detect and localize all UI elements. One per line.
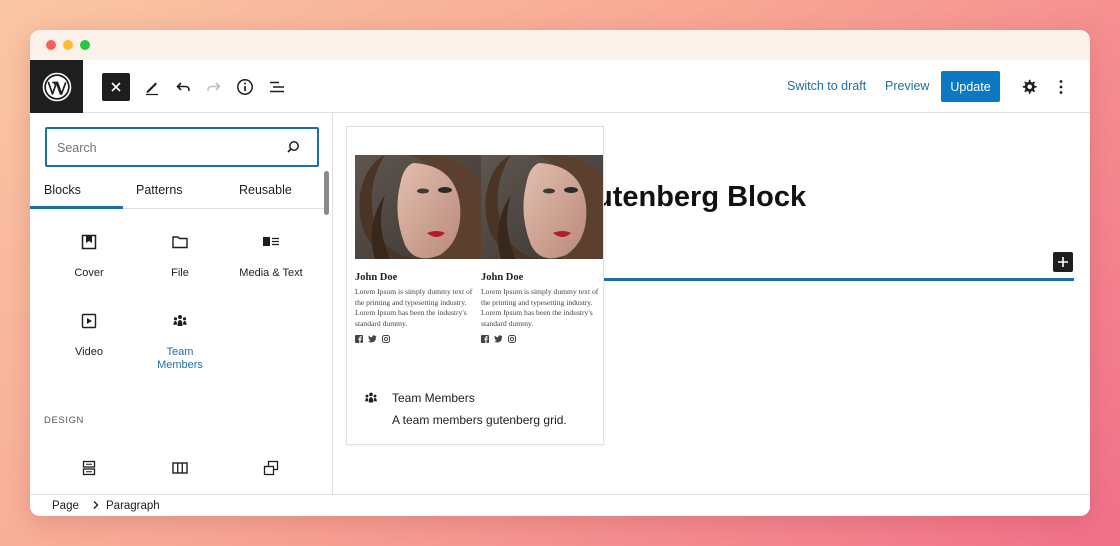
details-button[interactable] [231,73,259,101]
block-item-columns[interactable] [135,457,225,493]
breadcrumb: Page Paragraph [30,494,1090,516]
block-inserter-panel: Blocks Patterns Reusable Cover File [30,113,333,494]
more-vertical-icon [1059,80,1063,94]
stack-icon [262,457,280,479]
video-icon [80,310,98,332]
switch-to-draft-link[interactable]: Switch to draft [787,79,866,93]
instagram-icon[interactable] [382,335,390,343]
plus-icon [1058,257,1068,267]
block-label: Cover [74,267,104,279]
team-icon [171,310,189,332]
media-text-icon [261,231,281,253]
block-item-media-text[interactable]: Media & Text [226,231,316,280]
cover-icon [80,231,98,253]
folder-icon [171,231,189,253]
group-icon [80,457,98,479]
block-preview-popover: John Doe Lorem Ipsum is simply dummy tex… [346,126,604,445]
twitter-icon[interactable] [368,335,377,343]
team-member-card: John Doe Lorem Ipsum is simply dummy tex… [481,155,603,343]
redo-icon [207,82,221,91]
tab-blocks[interactable]: Blocks [44,183,81,197]
facebook-icon[interactable] [355,335,363,343]
breadcrumb-page[interactable]: Page [52,500,79,512]
member-social-links [355,335,481,343]
block-item-file[interactable]: File [135,231,225,280]
selected-block-outline [603,278,1074,281]
preview-block-description: A team members gutenberg grid. [392,413,567,427]
columns-icon [171,457,189,479]
team-icon [363,390,379,411]
member-photo [355,155,481,259]
tab-reusable[interactable]: Reusable [239,183,292,197]
panel-scrollbar[interactable] [324,171,329,215]
member-bio: Lorem Ipsum is simply dummy text of the … [481,287,599,328]
member-social-links [481,335,603,343]
instagram-icon[interactable] [508,335,516,343]
block-label: Media & Text [239,267,303,279]
info-icon [237,79,253,95]
update-button[interactable]: Update [941,71,1000,102]
post-title-heading[interactable]: utenberg Block [595,181,806,214]
redo-button[interactable] [200,73,228,101]
close-icon [111,82,121,92]
list-view-icon [270,81,284,93]
editor-toolbar: Switch to draft Preview Update [30,60,1090,113]
member-bio: Lorem Ipsum is simply dummy text of the … [355,287,473,328]
block-item-team-members[interactable]: Team Members [135,310,225,372]
undo-button[interactable] [169,73,197,101]
block-item-stack[interactable] [226,457,316,493]
member-name: John Doe [355,272,398,283]
inserter-tabs: Blocks Patterns Reusable [30,175,325,209]
twitter-icon[interactable] [494,335,503,343]
settings-button[interactable] [1015,73,1043,101]
active-tab-indicator [30,206,123,209]
design-section-heading: DESIGN [44,415,85,426]
close-inserter-button[interactable] [102,73,130,101]
preview-block-title: Team Members [392,391,475,405]
undo-icon [176,82,190,91]
gear-icon [1022,79,1037,94]
block-item-cover[interactable]: Cover [44,231,134,280]
close-window-dot[interactable] [46,40,56,50]
wordpress-icon [42,72,71,101]
list-view-button[interactable] [263,73,291,101]
team-member-card: John Doe Lorem Ipsum is simply dummy tex… [355,155,481,343]
maximize-window-dot[interactable] [80,40,90,50]
options-button[interactable] [1047,73,1075,101]
block-label: File [171,267,189,279]
facebook-icon[interactable] [481,335,489,343]
block-label: Team Members [157,346,203,371]
block-search-field[interactable] [45,127,319,167]
block-item-video[interactable]: Video [44,310,134,359]
chevron-right-icon [91,499,101,514]
editor-canvas[interactable]: utenberg Block John Doe Lorem Ipsum is s… [333,113,1090,494]
breadcrumb-paragraph[interactable]: Paragraph [106,500,160,512]
search-input[interactable] [57,138,277,158]
member-photo [481,155,603,259]
window-titlebar [30,30,1090,60]
edit-tool-button[interactable] [138,73,166,101]
block-label: Video [75,346,103,358]
pencil-icon [146,82,158,96]
member-name: John Doe [481,272,524,283]
add-block-button[interactable] [1053,252,1073,272]
preview-link[interactable]: Preview [885,79,929,93]
block-item-group[interactable] [44,457,134,493]
minimize-window-dot[interactable] [63,40,73,50]
browser-window: Switch to draft Preview Update Search Bl… [30,30,1090,516]
wordpress-logo[interactable] [30,60,83,113]
tab-patterns[interactable]: Patterns [136,183,183,197]
search-icon[interactable] [285,139,301,160]
